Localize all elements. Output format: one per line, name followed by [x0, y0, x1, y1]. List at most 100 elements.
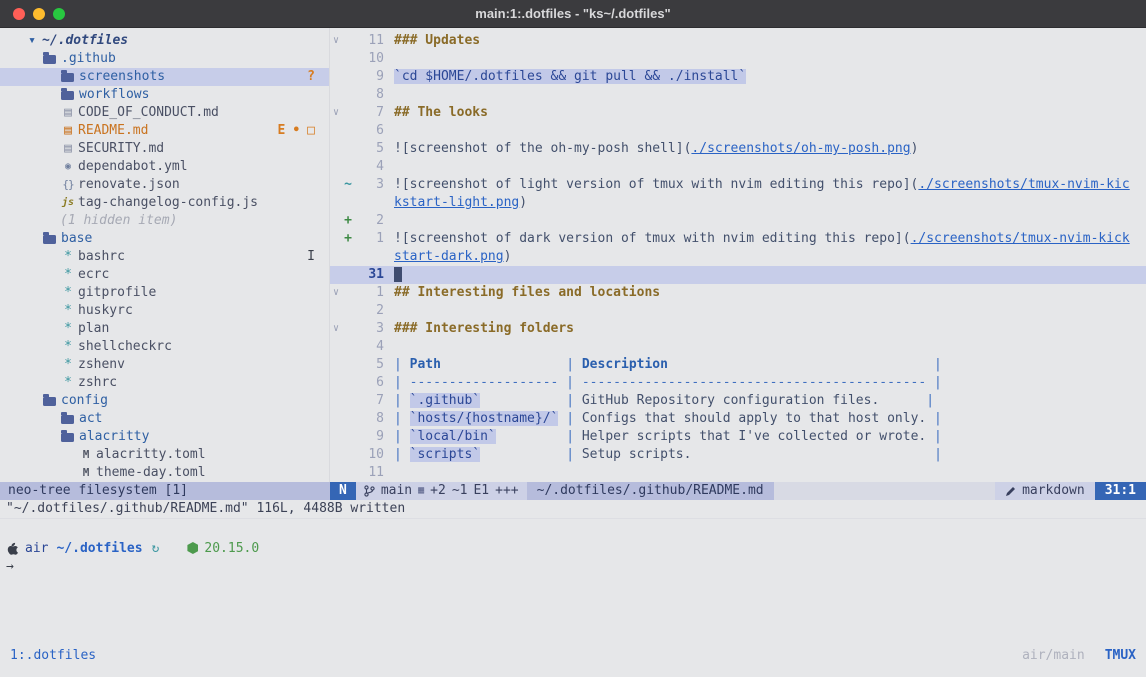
- line-number: 2: [354, 212, 384, 230]
- editor-line[interactable]: ∨11### Updates: [330, 32, 1146, 50]
- tmux-label: TMUX: [1105, 648, 1136, 663]
- tmux-window-item[interactable]: 1:.dotfiles: [10, 648, 96, 663]
- editor-line[interactable]: 10| `scripts` | Setup scripts. |: [330, 446, 1146, 464]
- editor-line[interactable]: kstart-light.png): [330, 194, 1146, 212]
- line-text: ![screenshot of the oh-my-posh shell](./…: [384, 140, 1146, 158]
- editor-line[interactable]: 4: [330, 158, 1146, 176]
- tree-item-config[interactable]: config: [0, 392, 329, 410]
- tree-item-zshenv[interactable]: *zshenv: [0, 356, 329, 374]
- git-sign: [342, 374, 354, 392]
- editor-line[interactable]: +1![screenshot of dark version of tmux w…: [330, 230, 1146, 248]
- editor-line[interactable]: 6: [330, 122, 1146, 140]
- tmux-statusbar: 1:.dotfiles air/main TMUX: [0, 645, 1146, 665]
- markdown-link: ./screenshots/tmux-nvim-kick: [911, 231, 1130, 246]
- tree-item-workflows[interactable]: workflows: [0, 86, 329, 104]
- text-segment: ### Interesting folders: [394, 321, 574, 336]
- zoom-button[interactable]: [53, 8, 65, 20]
- editor-line[interactable]: 31: [330, 266, 1146, 284]
- tree-item-dependabot-yml[interactable]: ◉dependabot.yml: [0, 158, 329, 176]
- editor-line[interactable]: 9| `local/bin` | Helper scripts that I'v…: [330, 428, 1146, 446]
- tree-item-tag-changelog-config-js[interactable]: jstag-changelog-config.js: [0, 194, 329, 212]
- editor-line[interactable]: 4: [330, 338, 1146, 356]
- shell-input[interactable]: →: [6, 557, 1146, 575]
- editor-line[interactable]: 5| Path | Description |: [330, 356, 1146, 374]
- editor-line[interactable]: +2: [330, 212, 1146, 230]
- tree-item-alacritty[interactable]: alacritty: [0, 428, 329, 446]
- tree-item-shellcheckrc[interactable]: *shellcheckrc: [0, 338, 329, 356]
- editor-line[interactable]: ∨3### Interesting folders: [330, 320, 1146, 338]
- close-button[interactable]: [13, 8, 25, 20]
- tree-item-screenshots[interactable]: screenshots?: [0, 68, 329, 86]
- editor-line[interactable]: ∨1## Interesting files and locations: [330, 284, 1146, 302]
- git-sign: [342, 68, 354, 86]
- line-number: 3: [354, 320, 384, 338]
- line-number: 11: [354, 464, 384, 482]
- editor-line[interactable]: 9`cd $HOME/.dotfiles && git pull && ./in…: [330, 68, 1146, 86]
- text-segment: |: [926, 429, 942, 444]
- line-text: | `hosts/{hostname}/` | Configs that sho…: [384, 410, 1146, 428]
- markdown-link: kstart-light.png: [394, 195, 519, 210]
- traffic-lights: [0, 8, 65, 20]
- star-icon: *: [60, 320, 76, 338]
- text-segment: Setup scripts.: [582, 447, 692, 462]
- line-number: 7: [354, 104, 384, 122]
- tree-item-base[interactable]: base: [0, 230, 329, 248]
- tree-item-plan[interactable]: *plan: [0, 320, 329, 338]
- window-title: main:1:.dotfiles - "ks~/.dotfiles": [0, 6, 1146, 21]
- markdown-link: start-dark.png: [394, 249, 504, 264]
- text-segment: | ------------------- | ----------------…: [394, 375, 942, 390]
- tree-item-security-md[interactable]: ▤SECURITY.md: [0, 140, 329, 158]
- tree-item-label: .github: [61, 50, 116, 68]
- editor-line[interactable]: 8: [330, 86, 1146, 104]
- line-text: kstart-light.png): [384, 194, 1146, 212]
- text-segment: |: [558, 411, 581, 426]
- line-number: 8: [354, 86, 384, 104]
- editor-line[interactable]: start-dark.png): [330, 248, 1146, 266]
- editor-line[interactable]: 10: [330, 50, 1146, 68]
- fold-marker: [330, 50, 342, 68]
- editor-line[interactable]: 6| ------------------- | ---------------…: [330, 374, 1146, 392]
- tree-item-github[interactable]: .github: [0, 50, 329, 68]
- editor-line[interactable]: 5![screenshot of the oh-my-posh shell](.…: [330, 140, 1146, 158]
- tree-item-zshrc[interactable]: *zshrc: [0, 374, 329, 392]
- tree-item-renovate-json[interactable]: {}renovate.json: [0, 176, 329, 194]
- minimize-button[interactable]: [33, 8, 45, 20]
- editor-line[interactable]: ∨7## The looks: [330, 104, 1146, 122]
- folder-icon: [43, 55, 56, 64]
- tree-item-act[interactable]: act: [0, 410, 329, 428]
- tree-item-bashrc[interactable]: *bashrcI: [0, 248, 329, 266]
- tree-item-label: base: [61, 230, 92, 248]
- editor-line[interactable]: 8| `hosts/{hostname}/` | Configs that sh…: [330, 410, 1146, 428]
- tree-item-code-of-conduct-md[interactable]: ▤CODE_OF_CONDUCT.md: [0, 104, 329, 122]
- tree-item-1-hidden-item[interactable]: (1 hidden item): [0, 212, 329, 230]
- editor-line[interactable]: 2: [330, 302, 1146, 320]
- tree-item-alacritty-toml[interactable]: Malacritty.toml: [0, 446, 329, 464]
- tree-item-label: ~/.dotfiles: [42, 32, 128, 50]
- star-icon: *: [60, 374, 76, 392]
- tree-item-huskyrc[interactable]: *huskyrc: [0, 302, 329, 320]
- fold-marker: [330, 230, 342, 248]
- git-sign: [342, 356, 354, 374]
- tree-item-theme-day-toml[interactable]: Mtheme-day.toml: [0, 464, 329, 482]
- fold-marker: [330, 176, 342, 194]
- tree-item-badges: E•□: [278, 122, 315, 140]
- pencil-icon: [1005, 486, 1016, 497]
- tree-item-gitprofile[interactable]: *gitprofile: [0, 284, 329, 302]
- editor-line[interactable]: 11: [330, 464, 1146, 482]
- fold-marker: [330, 86, 342, 104]
- text-segment: |: [480, 393, 582, 408]
- tree-item-ecrc[interactable]: *ecrc: [0, 266, 329, 284]
- tree-item-readme-md[interactable]: ▤README.mdE•□: [0, 122, 329, 140]
- text-segment: `cd $HOME/.dotfiles && git pull && ./ins…: [394, 69, 746, 84]
- tree-item-label: alacritty.toml: [96, 446, 206, 464]
- text-segment: ### Updates: [394, 33, 480, 48]
- tree-item-dotfiles[interactable]: ▾~/.dotfiles: [0, 32, 329, 50]
- editor-line[interactable]: ~3![screenshot of light version of tmux …: [330, 176, 1146, 194]
- text-segment: `scripts`: [410, 447, 480, 462]
- star-icon: *: [60, 302, 76, 320]
- line-number: 1: [354, 284, 384, 302]
- editor-line[interactable]: 7| `.github` | GitHub Repository configu…: [330, 392, 1146, 410]
- fold-marker: [330, 140, 342, 158]
- terminal-window: main:1:.dotfiles - "ks~/.dotfiles" ▾~/.d…: [0, 0, 1146, 677]
- fold-marker: [330, 122, 342, 140]
